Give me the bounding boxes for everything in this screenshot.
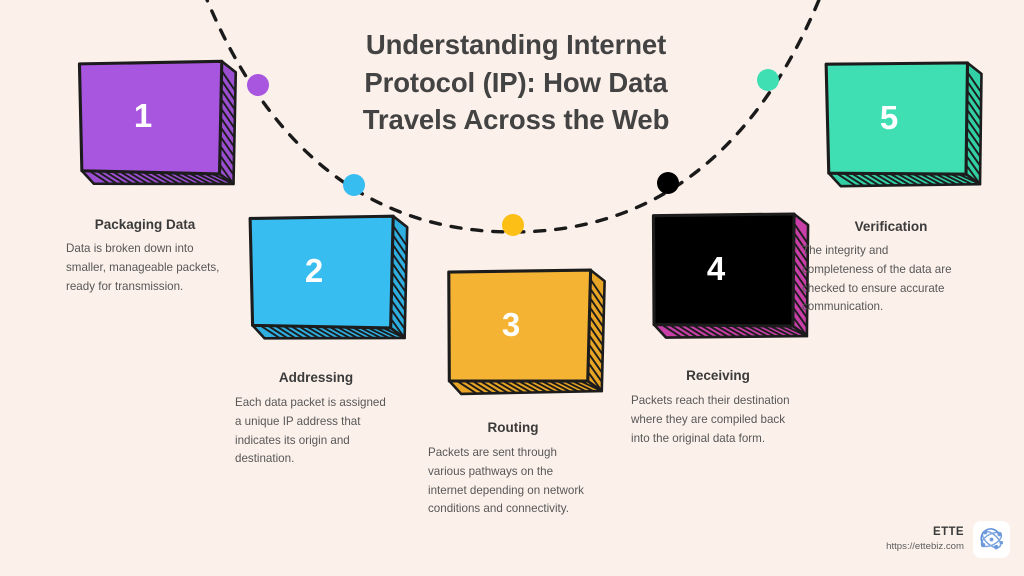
connector-dot-4 xyxy=(657,172,679,194)
step-3-card[interactable] xyxy=(442,267,610,402)
step-4-heading: Receiving xyxy=(686,368,750,383)
connector-dot-2 xyxy=(343,174,365,196)
card-shape xyxy=(248,214,409,340)
page-title-line-3: Travels Across the Web xyxy=(362,104,670,136)
step-5-heading: Verification xyxy=(854,219,928,234)
brand-url[interactable]: https://ettebiz.com xyxy=(886,541,964,554)
connector-dot-5 xyxy=(757,69,779,91)
brand-name: ETTE xyxy=(933,526,964,539)
brand-footer: ETTE https://ettebiz.com xyxy=(886,521,1010,558)
brand-logo[interactable] xyxy=(973,521,1010,558)
brand-text: ETTE https://ettebiz.com xyxy=(886,525,964,553)
card-shape xyxy=(824,61,983,188)
step-4-description: Packets reach their destination where th… xyxy=(631,394,790,445)
step-1-description: Data is broken down into smaller, manage… xyxy=(66,242,220,293)
step-1-card[interactable] xyxy=(74,58,242,193)
step-3-description: Packets are sent through various pathway… xyxy=(428,446,584,516)
step-2-description: Each data packet is assigned a unique IP… xyxy=(235,396,386,466)
connector-dot-3 xyxy=(502,214,524,236)
step-3-heading: Routing xyxy=(487,420,539,435)
page-title: Understanding Internet Protocol (IP): Ho… xyxy=(336,26,696,139)
infographic-canvas: Understanding Internet Protocol (IP): Ho… xyxy=(0,0,1024,576)
atom-network-icon xyxy=(980,528,1004,550)
connector-dot-1 xyxy=(247,74,269,96)
step-2-card[interactable] xyxy=(245,213,413,348)
page-title-line-1: Understanding Internet xyxy=(365,29,667,60)
card-shape xyxy=(77,59,238,186)
card-shape xyxy=(447,268,606,396)
step-1-heading: Packaging Data xyxy=(94,217,196,232)
page-title-line-2: Protocol (IP): How Data xyxy=(364,66,668,98)
step-5-description: The integrity and completeness of the da… xyxy=(802,244,952,314)
step-2-heading: Addressing xyxy=(278,370,354,385)
step-5-card[interactable] xyxy=(820,60,988,195)
